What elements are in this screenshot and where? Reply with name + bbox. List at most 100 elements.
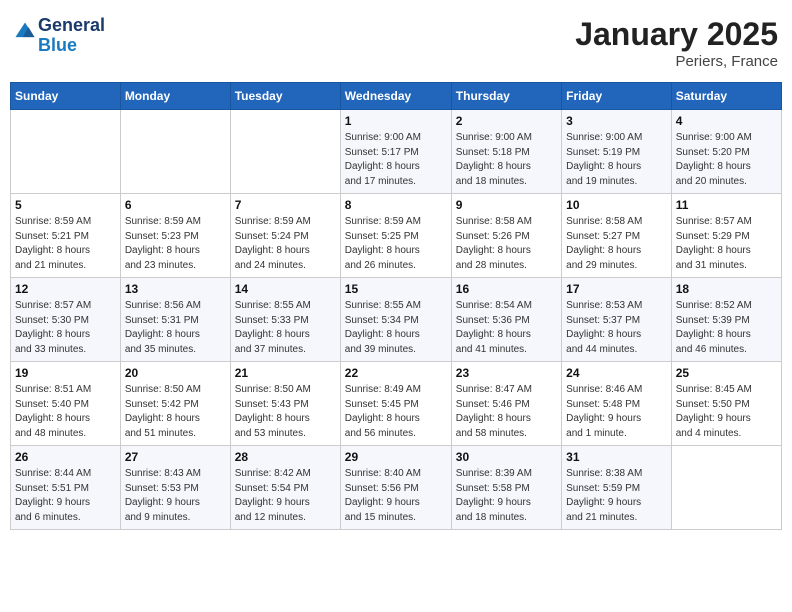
calendar-cell (671, 446, 781, 530)
calendar-cell: 31 Sunrise: 8:38 AM Sunset: 5:59 PM Dayli… (562, 446, 672, 530)
calendar-cell: 12 Sunrise: 8:57 AM Sunset: 5:30 PM Dayli… (11, 278, 121, 362)
day-info: Sunrise: 8:39 AM Sunset: 5:58 PM Dayligh… (456, 467, 557, 525)
day-number: 15 (345, 282, 447, 296)
calendar-cell: 22Sunrise: 8:49 AM Sunset: 5:45 PM Dayli… (340, 362, 451, 446)
calendar-cell: 17 Sunrise: 8:53 AM Sunset: 5:37 PM Dayli… (562, 278, 672, 362)
calendar-cell: 28Sunrise: 8:42 AM Sunset: 5:54 PM Dayli… (230, 446, 340, 530)
column-header-wednesday: Wednesday (340, 83, 451, 110)
calendar-week-5: 26 Sunrise: 8:44 AM Sunset: 5:51 PM Dayli… (11, 446, 782, 530)
day-info: Sunrise: 8:42 AM Sunset: 5:54 PM Dayligh… (235, 467, 336, 525)
day-info: Sunrise: 8:52 AM Sunset: 5:39 PM Dayligh… (676, 299, 777, 357)
day-number: 13 (125, 282, 226, 296)
day-info: Sunrise: 9:00 AM Sunset: 5:20 PM Dayligh… (676, 131, 777, 189)
day-number: 25 (676, 366, 777, 380)
day-number: 29 (345, 450, 447, 464)
day-number: 2 (456, 114, 557, 128)
calendar-cell: 20 Sunrise: 8:50 AM Sunset: 5:42 PM Dayli… (120, 362, 230, 446)
calendar-cell: 8 Sunrise: 8:59 AM Sunset: 5:25 PM Daylig… (340, 194, 451, 278)
column-header-friday: Friday (562, 83, 672, 110)
calendar-week-2: 5Sunrise: 8:59 AM Sunset: 5:21 PM Daylig… (11, 194, 782, 278)
day-info: Sunrise: 8:58 AM Sunset: 5:26 PM Dayligh… (456, 215, 557, 273)
day-number: 4 (676, 114, 777, 128)
day-info: Sunrise: 8:50 AM Sunset: 5:43 PM Dayligh… (235, 383, 336, 441)
calendar-cell: 19 Sunrise: 8:51 AM Sunset: 5:40 PM Dayli… (11, 362, 121, 446)
calendar-header-row: SundayMondayTuesdayWednesdayThursdayFrid… (11, 83, 782, 110)
calendar-cell: 24 Sunrise: 8:46 AM Sunset: 5:48 PM Dayli… (562, 362, 672, 446)
day-info: Sunrise: 8:57 AM Sunset: 5:30 PM Dayligh… (15, 299, 116, 357)
calendar-cell: 26 Sunrise: 8:44 AM Sunset: 5:51 PM Dayli… (11, 446, 121, 530)
day-number: 10 (566, 198, 667, 212)
calendar-cell: 21 Sunrise: 8:50 AM Sunset: 5:43 PM Dayli… (230, 362, 340, 446)
day-info: Sunrise: 8:43 AM Sunset: 5:53 PM Dayligh… (125, 467, 226, 525)
logo-icon (14, 21, 36, 43)
day-info: Sunrise: 8:45 AM Sunset: 5:50 PM Dayligh… (676, 383, 777, 441)
day-number: 27 (125, 450, 226, 464)
calendar-cell: 25 Sunrise: 8:45 AM Sunset: 5:50 PM Dayli… (671, 362, 781, 446)
day-number: 6 (125, 198, 226, 212)
day-number: 18 (676, 282, 777, 296)
logo-text-line2: Blue (38, 36, 105, 56)
day-info: Sunrise: 8:56 AM Sunset: 5:31 PM Dayligh… (125, 299, 226, 357)
day-number: 20 (125, 366, 226, 380)
day-number: 24 (566, 366, 667, 380)
calendar-cell: 6 Sunrise: 8:59 AM Sunset: 5:23 PM Daylig… (120, 194, 230, 278)
column-header-monday: Monday (120, 83, 230, 110)
day-number: 30 (456, 450, 557, 464)
column-header-sunday: Sunday (11, 83, 121, 110)
day-number: 17 (566, 282, 667, 296)
calendar-cell: 16Sunrise: 8:54 AM Sunset: 5:36 PM Dayli… (451, 278, 561, 362)
day-info: Sunrise: 8:44 AM Sunset: 5:51 PM Dayligh… (15, 467, 116, 525)
calendar-cell: 15 Sunrise: 8:55 AM Sunset: 5:34 PM Dayli… (340, 278, 451, 362)
day-info: Sunrise: 8:58 AM Sunset: 5:27 PM Dayligh… (566, 215, 667, 273)
day-info: Sunrise: 8:50 AM Sunset: 5:42 PM Dayligh… (125, 383, 226, 441)
calendar-cell: 18 Sunrise: 8:52 AM Sunset: 5:39 PM Dayli… (671, 278, 781, 362)
day-number: 5 (15, 198, 116, 212)
calendar-cell: 1Sunrise: 9:00 AM Sunset: 5:17 PM Daylig… (340, 110, 451, 194)
day-info: Sunrise: 8:59 AM Sunset: 5:24 PM Dayligh… (235, 215, 336, 273)
day-number: 26 (15, 450, 116, 464)
calendar-cell: 29 Sunrise: 8:40 AM Sunset: 5:56 PM Dayli… (340, 446, 451, 530)
calendar-table: SundayMondayTuesdayWednesdayThursdayFrid… (10, 82, 782, 530)
calendar-cell (11, 110, 121, 194)
column-header-thursday: Thursday (451, 83, 561, 110)
calendar-cell: 7Sunrise: 8:59 AM Sunset: 5:24 PM Daylig… (230, 194, 340, 278)
calendar-week-3: 12 Sunrise: 8:57 AM Sunset: 5:30 PM Dayli… (11, 278, 782, 362)
day-info: Sunrise: 8:51 AM Sunset: 5:40 PM Dayligh… (15, 383, 116, 441)
day-number: 16 (456, 282, 557, 296)
day-number: 9 (456, 198, 557, 212)
day-info: Sunrise: 8:46 AM Sunset: 5:48 PM Dayligh… (566, 383, 667, 441)
day-info: Sunrise: 8:57 AM Sunset: 5:29 PM Dayligh… (676, 215, 777, 273)
calendar-cell (120, 110, 230, 194)
day-info: Sunrise: 8:53 AM Sunset: 5:37 PM Dayligh… (566, 299, 667, 357)
column-header-tuesday: Tuesday (230, 83, 340, 110)
calendar-week-1: 1Sunrise: 9:00 AM Sunset: 5:17 PM Daylig… (11, 110, 782, 194)
day-info: Sunrise: 8:59 AM Sunset: 5:25 PM Dayligh… (345, 215, 447, 273)
day-info: Sunrise: 9:00 AM Sunset: 5:17 PM Dayligh… (345, 131, 447, 189)
day-number: 19 (15, 366, 116, 380)
day-number: 12 (15, 282, 116, 296)
day-number: 21 (235, 366, 336, 380)
day-info: Sunrise: 8:38 AM Sunset: 5:59 PM Dayligh… (566, 467, 667, 525)
calendar-cell: 14 Sunrise: 8:55 AM Sunset: 5:33 PM Dayli… (230, 278, 340, 362)
calendar-cell: 4 Sunrise: 9:00 AM Sunset: 5:20 PM Daylig… (671, 110, 781, 194)
logo: General Blue (14, 16, 105, 56)
calendar-cell: 27 Sunrise: 8:43 AM Sunset: 5:53 PM Dayli… (120, 446, 230, 530)
calendar-cell: 2 Sunrise: 9:00 AM Sunset: 5:18 PM Daylig… (451, 110, 561, 194)
day-number: 23 (456, 366, 557, 380)
day-info: Sunrise: 8:47 AM Sunset: 5:46 PM Dayligh… (456, 383, 557, 441)
calendar-cell: 5Sunrise: 8:59 AM Sunset: 5:21 PM Daylig… (11, 194, 121, 278)
day-info: Sunrise: 8:40 AM Sunset: 5:56 PM Dayligh… (345, 467, 447, 525)
calendar-cell: 10 Sunrise: 8:58 AM Sunset: 5:27 PM Dayli… (562, 194, 672, 278)
day-number: 31 (566, 450, 667, 464)
calendar-cell: 13 Sunrise: 8:56 AM Sunset: 5:31 PM Dayli… (120, 278, 230, 362)
calendar-cell: 11Sunrise: 8:57 AM Sunset: 5:29 PM Dayli… (671, 194, 781, 278)
day-info: Sunrise: 8:55 AM Sunset: 5:33 PM Dayligh… (235, 299, 336, 357)
day-info: Sunrise: 8:49 AM Sunset: 5:45 PM Dayligh… (345, 383, 447, 441)
day-number: 14 (235, 282, 336, 296)
page-header: General Blue January 2025 Periers, Franc… (10, 10, 782, 76)
day-info: Sunrise: 8:55 AM Sunset: 5:34 PM Dayligh… (345, 299, 447, 357)
day-number: 8 (345, 198, 447, 212)
day-info: Sunrise: 9:00 AM Sunset: 5:18 PM Dayligh… (456, 131, 557, 189)
day-info: Sunrise: 8:59 AM Sunset: 5:23 PM Dayligh… (125, 215, 226, 273)
calendar-cell: 23 Sunrise: 8:47 AM Sunset: 5:46 PM Dayli… (451, 362, 561, 446)
